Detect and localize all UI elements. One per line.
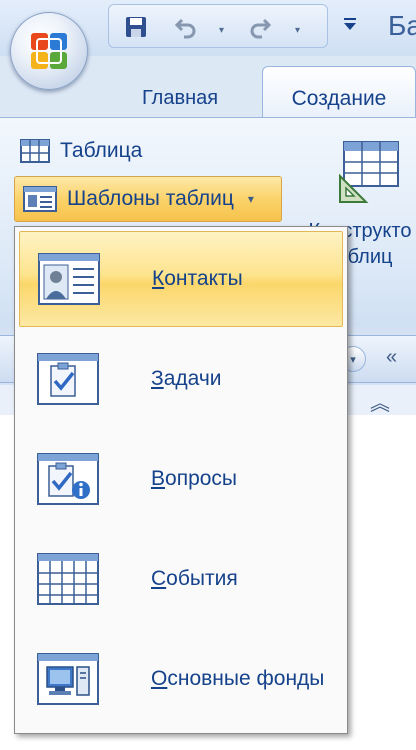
menu-item-issues[interactable]: Вопросы [19,431,343,527]
table-button[interactable]: Таблица [20,136,142,166]
table-templates-menu: Контакты Задачи Вопросы События Основные… [14,226,348,734]
quick-access-toolbar: ▾ ▾ [108,4,328,48]
tasks-icon [37,353,99,405]
customize-qat-button[interactable] [338,12,362,36]
menu-item-contacts-label: Контакты [152,267,243,291]
tab-home[interactable]: Главная [120,80,240,116]
redo-dropdown-arrow[interactable]: ▾ [295,25,300,36]
contacts-icon [38,253,100,305]
redo-button[interactable] [245,13,275,41]
menu-item-issues-rest: опросы [165,467,238,490]
events-icon [37,553,99,605]
menu-item-tasks-label: Задачи [151,367,222,391]
menu-item-events[interactable]: События [19,531,343,627]
nav-pane-collapse-button[interactable]: « [386,346,397,369]
tab-create[interactable]: Создание [262,66,416,120]
table-designer-icon [339,141,399,203]
menu-item-issues-accel: В [151,467,166,490]
undo-dropdown-arrow[interactable]: ▾ [219,25,224,36]
table-designer-button[interactable] [338,140,400,204]
assets-icon [37,653,99,705]
menu-item-events-rest: обытия [166,567,238,590]
redo-icon [250,18,272,39]
menu-item-events-accel: С [151,567,167,590]
menu-item-events-label: События [151,567,238,591]
menu-item-assets-label: Основные фонды [151,667,324,691]
undo-button[interactable] [171,13,201,41]
table-label: Таблица [60,139,143,162]
ribbon-tabs: Главная Создание [0,56,416,120]
menu-item-assets[interactable]: Основные фонды [19,631,343,727]
menu-item-assets-rest: сновные фонды [167,667,325,690]
undo-icon [174,18,196,39]
table-templates-icon [23,186,57,212]
menu-item-tasks-accel: З [151,367,164,390]
menu-item-contacts[interactable]: Контакты [19,231,343,327]
table-templates-label: Шаблоны таблиц [67,187,234,210]
app-title: Ба [388,10,416,41]
table-templates-button[interactable]: Шаблоны таблиц ▾ [14,176,282,222]
save-button[interactable] [121,13,151,41]
menu-item-contacts-rest: онтакты [164,267,243,290]
menu-item-contacts-accel: К [152,267,165,290]
issues-icon [37,453,99,505]
menu-item-issues-label: Вопросы [151,467,237,491]
save-icon [126,17,146,37]
menu-item-tasks-rest: адачи [163,367,222,390]
table-templates-dropdown-arrow: ▾ [247,192,254,206]
menu-item-tasks[interactable]: Задачи [19,331,343,427]
menu-item-assets-accel: О [151,667,168,690]
table-icon [20,139,50,163]
customize-arrow-icon [344,18,356,30]
nav-group-toggle-icon[interactable]: ︽ [370,387,390,416]
